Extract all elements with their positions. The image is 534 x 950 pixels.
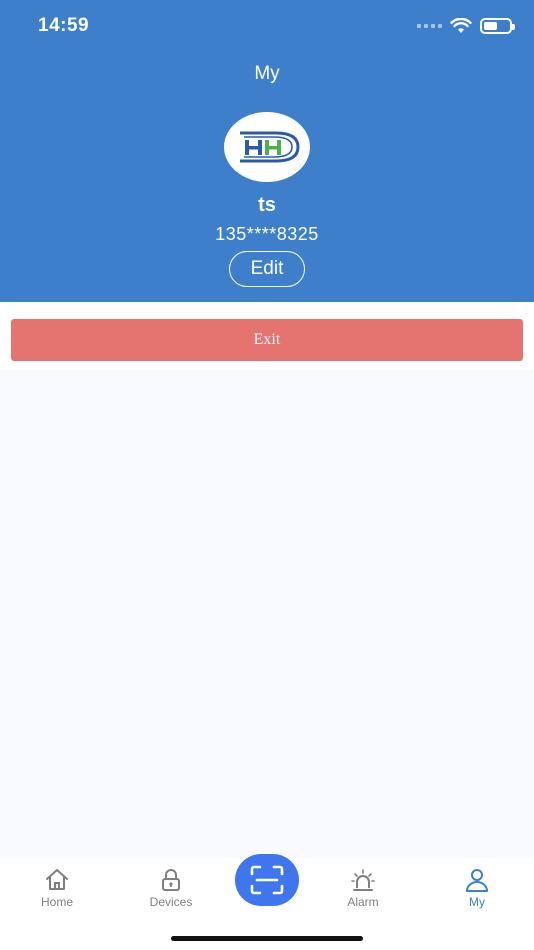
wifi-icon <box>450 18 472 33</box>
tab-devices[interactable]: Devices <box>121 866 221 918</box>
user-icon <box>466 869 488 892</box>
status-time: 14:59 <box>38 15 90 36</box>
home-indicator <box>171 936 363 941</box>
avatar[interactable] <box>224 112 310 182</box>
page-title: My <box>254 63 280 84</box>
tab-alarm[interactable]: Alarm <box>313 866 413 918</box>
tab-my[interactable]: My <box>427 866 527 918</box>
cellular-signal-icon <box>417 24 442 28</box>
exit-button[interactable]: Exit <box>11 319 523 361</box>
edit-profile-button[interactable]: Edit <box>229 251 305 287</box>
brand-logo-icon <box>240 131 300 163</box>
tab-label: Devices <box>149 895 193 909</box>
lock-icon <box>162 869 180 891</box>
battery-icon <box>480 18 515 34</box>
tab-label: Home <box>40 895 73 909</box>
user-phone: 135****8325 <box>215 224 319 244</box>
alarm-icon <box>351 869 375 891</box>
user-name: ts <box>258 194 276 216</box>
tab-home[interactable]: Home <box>7 866 107 918</box>
status-icons <box>417 16 515 36</box>
tab-label: My <box>469 895 485 909</box>
scan-button[interactable] <box>235 854 299 906</box>
status-bar: 14:59 <box>0 0 534 52</box>
profile-header: 14:59 My ts 135****8325 Edit <box>0 0 534 302</box>
scan-icon <box>250 865 284 895</box>
tab-label: Alarm <box>347 895 379 909</box>
home-icon <box>46 869 68 890</box>
